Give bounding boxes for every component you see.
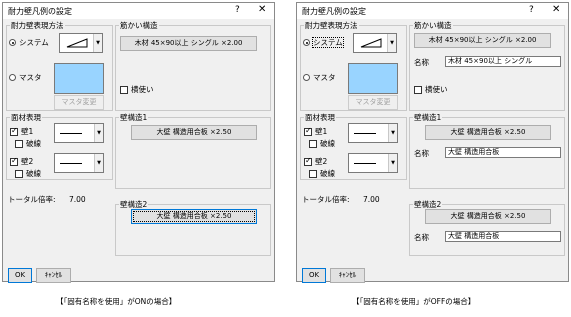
help-icon[interactable]: ?	[529, 5, 534, 15]
wall2-line-select[interactable]: ▼	[348, 153, 398, 173]
wall-structure-2-name-label: 名称	[414, 233, 429, 242]
wall2-checkbox[interactable]	[10, 156, 18, 166]
total-ratio-label: トータル倍率:	[8, 195, 56, 204]
wall-structure-1-name-field[interactable]: 大壁 構造用合板	[445, 147, 561, 158]
brace-name-label: 名称	[414, 58, 429, 67]
dialog-title: 耐力壁凡例の設定	[302, 7, 366, 16]
color-preview	[348, 63, 398, 94]
wall-structure-1-button[interactable]: 大壁 構造用合板 ×2.50	[425, 125, 551, 140]
master-change-button[interactable]: マスタ変更	[348, 95, 398, 110]
wall1-label: 壁1	[21, 127, 34, 136]
wall1-checkbox[interactable]	[10, 126, 18, 136]
chevron-down-icon[interactable]: ▼	[388, 124, 397, 142]
system-label: システム	[19, 38, 49, 47]
wall2-dashed-checkbox[interactable]	[15, 170, 23, 178]
title-bar: 耐力壁凡例の設定 ? ✕	[297, 3, 568, 19]
surface-label: 面材表現	[10, 113, 42, 122]
wall2-dashed-checkbox[interactable]	[309, 170, 317, 178]
brace-structure-label: 筋かい構造	[119, 21, 159, 30]
dialog-title: 耐力壁凡例の設定	[8, 7, 72, 16]
chevron-down-icon[interactable]: ▼	[94, 154, 103, 172]
wall-structure-1-name-label: 名称	[414, 149, 429, 158]
wall1-dashed-checkbox[interactable]	[15, 140, 23, 148]
line-style-sample	[60, 163, 82, 164]
wall1-dashed-label: 破線	[26, 139, 41, 148]
system-label: システム	[312, 37, 344, 48]
dialog-unique-name-on: 耐力壁凡例の設定 ? ✕ 耐力壁表現方法 システム ▼ マスタ マスタ変更 筋か…	[2, 2, 275, 283]
wall-structure-2-label: 壁構造2	[413, 200, 443, 209]
total-ratio-label: トータル倍率:	[302, 195, 350, 204]
wall1-label: 壁1	[315, 127, 328, 136]
line-style-sample	[354, 163, 376, 164]
display-method-label: 耐力壁表現方法	[10, 21, 65, 30]
master-radio[interactable]	[303, 74, 310, 81]
color-preview	[54, 63, 104, 94]
wall-structure-2-name-field[interactable]: 大壁 構造用合板	[445, 231, 561, 242]
system-radio[interactable]	[303, 39, 310, 46]
wall2-checkbox[interactable]	[304, 156, 312, 166]
master-change-button[interactable]: マスタ変更	[54, 95, 104, 110]
line-style-sample	[60, 133, 82, 134]
wall1-line-select[interactable]: ▼	[348, 123, 398, 143]
system-radio[interactable]	[9, 39, 16, 46]
wall2-label: 壁2	[315, 157, 328, 166]
symbol-select[interactable]: ▼	[59, 33, 103, 53]
close-icon[interactable]: ✕	[552, 4, 560, 15]
wall-structure-1-button[interactable]: 大壁 構造用合板 ×2.50	[131, 125, 257, 140]
brace-symbol-icon	[360, 38, 382, 48]
yokotsukai-checkbox[interactable]	[120, 86, 128, 94]
caption-on-case: 【「固有名称を使用」がONの場合】	[56, 297, 177, 306]
title-bar: 耐力壁凡例の設定 ? ✕	[3, 3, 274, 19]
dialog-unique-name-off: 耐力壁凡例の設定 ? ✕ 耐力壁表現方法 システム ▼ マスタ マスタ変更 筋か…	[296, 2, 569, 283]
wall1-line-select[interactable]: ▼	[54, 123, 104, 143]
wall2-dashed-label: 破線	[26, 169, 41, 178]
wall1-dashed-label: 破線	[320, 139, 335, 148]
chevron-down-icon[interactable]: ▼	[387, 34, 396, 52]
brace-structure-button[interactable]: 木材 45×90以上 シングル ×2.00	[120, 36, 257, 51]
wall2-line-select[interactable]: ▼	[54, 153, 104, 173]
close-icon[interactable]: ✕	[258, 4, 266, 15]
ok-button[interactable]: OK	[8, 268, 32, 283]
brace-structure-button[interactable]: 木材 45×90以上 シングル ×2.00	[414, 33, 551, 48]
brace-symbol-icon	[66, 38, 88, 48]
chevron-down-icon[interactable]: ▼	[94, 124, 103, 142]
master-label: マスタ	[19, 73, 42, 82]
wall2-dashed-label: 破線	[320, 169, 335, 178]
symbol-select[interactable]: ▼	[353, 33, 397, 53]
total-ratio-value: 7.00	[363, 195, 380, 204]
yokotsukai-label: 横使い	[425, 85, 448, 94]
wall1-dashed-checkbox[interactable]	[309, 140, 317, 148]
wall-structure-2-button[interactable]: 大壁 構造用合板 ×2.50	[425, 209, 551, 224]
wall-structure-1-label: 壁構造1	[413, 113, 443, 122]
brace-name-field[interactable]: 木材 45×90以上 シングル	[445, 56, 561, 67]
brace-structure-label: 筋かい構造	[413, 21, 453, 30]
total-ratio-value: 7.00	[69, 195, 86, 204]
chevron-down-icon[interactable]: ▼	[388, 154, 397, 172]
surface-label: 面材表現	[304, 113, 336, 122]
wall-structure-2-button[interactable]: 大壁 構造用合板 ×2.50	[131, 209, 257, 224]
line-style-sample	[354, 133, 376, 134]
wall-structure-2-label: 壁構造2	[119, 200, 149, 209]
wall1-checkbox[interactable]	[304, 126, 312, 136]
ok-button[interactable]: OK	[302, 268, 326, 283]
wall2-label: 壁2	[21, 157, 34, 166]
yokotsukai-checkbox[interactable]	[414, 86, 422, 94]
caption-off-case: 【「固有名称を使用」がOFFの場合】	[352, 297, 476, 306]
cancel-button[interactable]: ｷｬﾝｾﾙ	[330, 268, 365, 283]
master-radio[interactable]	[9, 74, 16, 81]
master-label: マスタ	[313, 73, 336, 82]
yokotsukai-label: 横使い	[131, 85, 154, 94]
wall-structure-1-label: 壁構造1	[119, 113, 149, 122]
display-method-label: 耐力壁表現方法	[304, 21, 359, 30]
help-icon[interactable]: ?	[235, 5, 240, 15]
cancel-button[interactable]: ｷｬﾝｾﾙ	[36, 268, 71, 283]
chevron-down-icon[interactable]: ▼	[93, 34, 102, 52]
